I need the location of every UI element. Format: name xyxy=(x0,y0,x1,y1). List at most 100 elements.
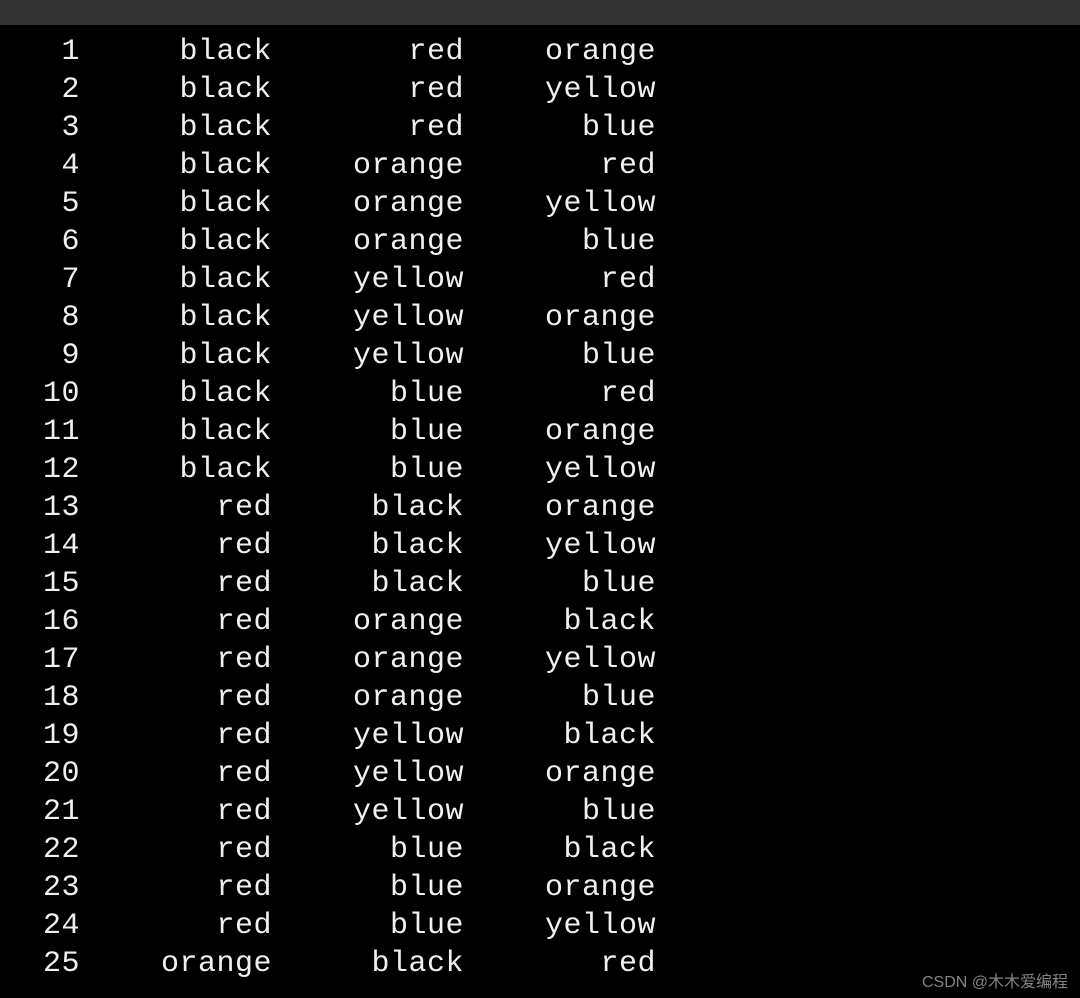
color-col-2: yellow xyxy=(272,261,464,299)
color-col-3: blue xyxy=(464,565,656,603)
color-col-3: black xyxy=(464,717,656,755)
output-row: 15redblackblue xyxy=(0,565,1080,603)
color-col-2: yellow xyxy=(272,299,464,337)
color-col-2: red xyxy=(272,109,464,147)
color-col-2: blue xyxy=(272,831,464,869)
color-col-2: blue xyxy=(272,413,464,451)
row-index: 17 xyxy=(0,641,80,679)
color-col-3: orange xyxy=(464,413,656,451)
color-col-3: blue xyxy=(464,793,656,831)
output-row: 12blackblueyellow xyxy=(0,451,1080,489)
color-col-1: red xyxy=(80,527,272,565)
color-col-3: orange xyxy=(464,33,656,71)
color-col-3: yellow xyxy=(464,71,656,109)
output-row: 21redyellowblue xyxy=(0,793,1080,831)
color-col-3: orange xyxy=(464,299,656,337)
color-col-1: black xyxy=(80,299,272,337)
row-index: 18 xyxy=(0,679,80,717)
output-row: 20redyelloworange xyxy=(0,755,1080,793)
output-row: 11blackblueorange xyxy=(0,413,1080,451)
row-index: 15 xyxy=(0,565,80,603)
color-col-3: orange xyxy=(464,755,656,793)
color-col-1: black xyxy=(80,109,272,147)
window-title-bar[interactable] xyxy=(0,0,1080,25)
row-index: 19 xyxy=(0,717,80,755)
output-row: 18redorangeblue xyxy=(0,679,1080,717)
color-col-3: blue xyxy=(464,223,656,261)
color-col-2: black xyxy=(272,527,464,565)
output-row: 7blackyellowred xyxy=(0,261,1080,299)
color-col-2: black xyxy=(272,945,464,983)
color-col-3: blue xyxy=(464,337,656,375)
color-col-3: black xyxy=(464,831,656,869)
color-col-3: yellow xyxy=(464,185,656,223)
output-row: 25orangeblackred xyxy=(0,945,1080,983)
output-row: 17redorangeyellow xyxy=(0,641,1080,679)
color-col-1: black xyxy=(80,337,272,375)
color-col-1: red xyxy=(80,793,272,831)
row-index: 25 xyxy=(0,945,80,983)
color-col-1: black xyxy=(80,71,272,109)
output-row: 23redblueorange xyxy=(0,869,1080,907)
output-row: 13redblackorange xyxy=(0,489,1080,527)
output-row: 3blackredblue xyxy=(0,109,1080,147)
row-index: 22 xyxy=(0,831,80,869)
color-col-1: red xyxy=(80,717,272,755)
color-col-3: blue xyxy=(464,109,656,147)
color-col-2: blue xyxy=(272,375,464,413)
color-col-1: black xyxy=(80,33,272,71)
watermark-text: CSDN @木木爱编程 xyxy=(922,968,1068,992)
color-col-1: black xyxy=(80,185,272,223)
color-col-1: red xyxy=(80,603,272,641)
color-col-2: orange xyxy=(272,185,464,223)
output-row: 19redyellowblack xyxy=(0,717,1080,755)
color-col-3: black xyxy=(464,603,656,641)
color-col-2: yellow xyxy=(272,755,464,793)
row-index: 1 xyxy=(0,33,80,71)
color-col-3: yellow xyxy=(464,641,656,679)
row-index: 16 xyxy=(0,603,80,641)
output-row: 1blackredorange xyxy=(0,33,1080,71)
row-index: 24 xyxy=(0,907,80,945)
color-col-2: orange xyxy=(272,679,464,717)
output-row: 16redorangeblack xyxy=(0,603,1080,641)
row-index: 10 xyxy=(0,375,80,413)
color-col-3: yellow xyxy=(464,451,656,489)
color-col-1: red xyxy=(80,869,272,907)
color-col-1: red xyxy=(80,489,272,527)
output-row: 8blackyelloworange xyxy=(0,299,1080,337)
color-col-1: black xyxy=(80,147,272,185)
color-col-1: black xyxy=(80,413,272,451)
color-col-1: red xyxy=(80,755,272,793)
color-col-1: black xyxy=(80,261,272,299)
output-row: 4blackorangered xyxy=(0,147,1080,185)
color-col-1: red xyxy=(80,679,272,717)
row-index: 20 xyxy=(0,755,80,793)
row-index: 11 xyxy=(0,413,80,451)
color-col-2: yellow xyxy=(272,337,464,375)
output-row: 24redblueyellow xyxy=(0,907,1080,945)
output-row: 14redblackyellow xyxy=(0,527,1080,565)
output-row: 6blackorangeblue xyxy=(0,223,1080,261)
color-col-2: blue xyxy=(272,869,464,907)
color-col-3: red xyxy=(464,261,656,299)
output-row: 5blackorangeyellow xyxy=(0,185,1080,223)
row-index: 3 xyxy=(0,109,80,147)
row-index: 8 xyxy=(0,299,80,337)
color-col-2: blue xyxy=(272,451,464,489)
row-index: 13 xyxy=(0,489,80,527)
color-col-2: yellow xyxy=(272,793,464,831)
color-col-1: red xyxy=(80,831,272,869)
color-col-3: red xyxy=(464,375,656,413)
row-index: 14 xyxy=(0,527,80,565)
row-index: 9 xyxy=(0,337,80,375)
color-col-2: orange xyxy=(272,147,464,185)
row-index: 6 xyxy=(0,223,80,261)
color-col-2: orange xyxy=(272,603,464,641)
color-col-2: red xyxy=(272,33,464,71)
color-col-3: red xyxy=(464,945,656,983)
color-col-3: yellow xyxy=(464,527,656,565)
output-row: 2blackredyellow xyxy=(0,71,1080,109)
row-index: 21 xyxy=(0,793,80,831)
output-row: 22redblueblack xyxy=(0,831,1080,869)
